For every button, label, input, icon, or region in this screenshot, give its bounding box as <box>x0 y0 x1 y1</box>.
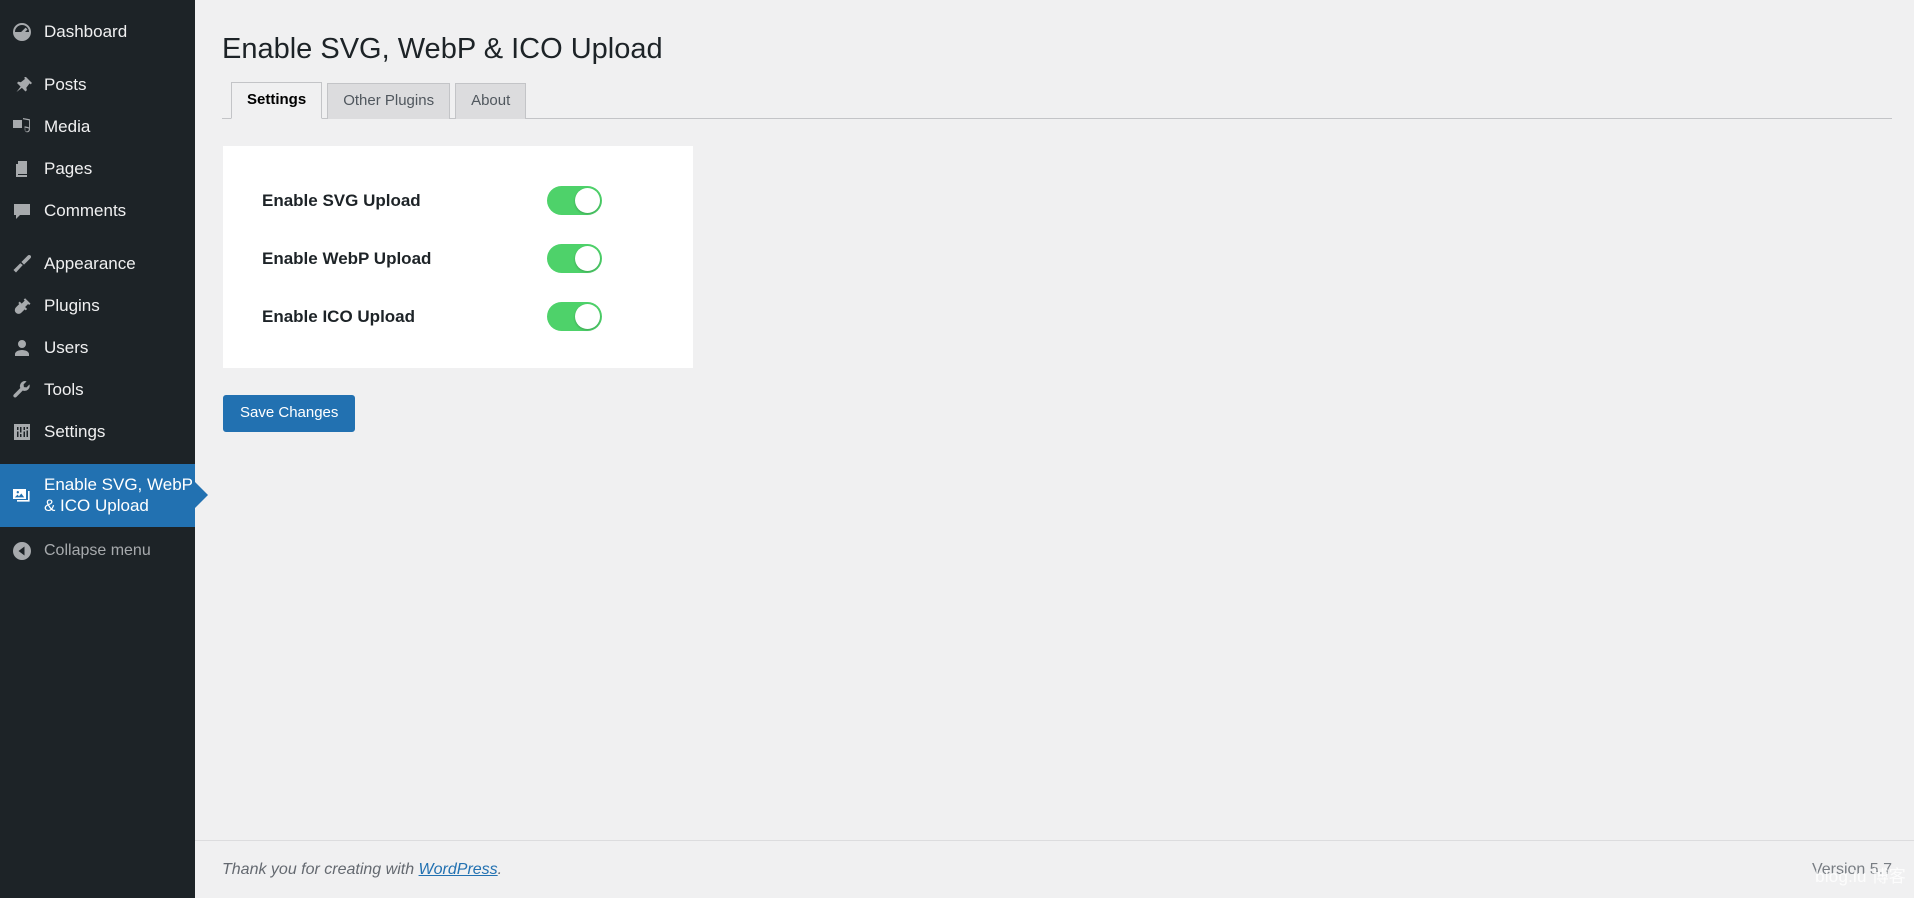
sliders-icon <box>11 421 33 443</box>
wordpress-link[interactable]: WordPress <box>419 861 498 878</box>
sidebar-item-settings[interactable]: Settings <box>0 411 195 453</box>
toggle-knob <box>575 304 600 330</box>
sidebar-group-separator <box>0 453 195 464</box>
sidebar-item-appearance[interactable]: Appearance <box>0 243 195 285</box>
toggle-enable-ico-upload[interactable] <box>547 302 602 332</box>
plug-icon <box>11 295 33 317</box>
sidebar-item-label: Users <box>44 338 89 358</box>
toggle-knob <box>575 188 600 214</box>
settings-card: Enable SVG Upload Enable WebP Upload Ena… <box>223 145 693 368</box>
sidebar-item-label: Settings <box>44 422 106 442</box>
toggle-enable-svg-upload[interactable] <box>547 186 602 216</box>
sidebar-item-dashboard[interactable]: Dashboard <box>0 11 195 53</box>
sidebar-item-media[interactable]: Media <box>0 106 195 148</box>
active-item-arrow <box>195 482 208 509</box>
sidebar-item-label: Pages <box>44 159 93 179</box>
sidebar-item-label: Tools <box>44 380 84 400</box>
sidebar-item-label: Dashboard <box>44 22 128 42</box>
sidebar-item-label: Comments <box>44 201 127 221</box>
sidebar-item-label: Plugins <box>44 296 100 316</box>
pin-icon <box>11 74 33 96</box>
toggle-knob <box>575 246 600 272</box>
setting-label: Enable SVG Upload <box>262 190 421 210</box>
page-title: Enable SVG, WebP & ICO Upload <box>222 33 663 65</box>
sidebar-item-plugins[interactable]: Plugins <box>0 285 195 327</box>
save-changes-button[interactable]: Save Changes <box>223 394 356 432</box>
wrench-icon <box>11 379 33 401</box>
sidebar-item-label: Media <box>44 117 91 137</box>
admin-screen: Dashboard Posts Media Pages Comments App… <box>0 0 1914 898</box>
sidebar-top-spacer <box>0 0 195 11</box>
tab-other-plugins[interactable]: Other Plugins <box>327 83 451 119</box>
media-icon <box>11 116 33 138</box>
chevron-left-circle-icon <box>11 540 33 562</box>
sidebar-group-separator <box>0 53 195 64</box>
sidebar-item-comments[interactable]: Comments <box>0 190 195 232</box>
sidebar-item-tools[interactable]: Tools <box>0 369 195 411</box>
main-content: Enable SVG, WebP & ICO Upload Settings O… <box>195 0 1914 898</box>
setting-row-webp: Enable WebP Upload <box>223 230 693 288</box>
sidebar-item-label: Appearance <box>44 254 136 274</box>
setting-row-svg: Enable SVG Upload <box>223 172 693 230</box>
sidebar-item-label: Enable SVG, WebP & ICO Upload <box>44 475 193 516</box>
setting-row-ico: Enable ICO Upload <box>223 288 693 346</box>
tab-about[interactable]: About <box>455 83 527 119</box>
comments-icon <box>11 200 33 222</box>
dashboard-icon <box>11 21 33 43</box>
admin-sidebar: Dashboard Posts Media Pages Comments App… <box>0 0 208 898</box>
sidebar-item-label: Posts <box>44 75 87 95</box>
footer-thanks: Thank you for creating with WordPress. <box>222 861 1812 879</box>
version-label: Version 5.7 <box>1811 860 1892 878</box>
collapse-menu-button[interactable]: Collapse menu <box>0 527 195 575</box>
tab-bar: Settings Other Plugins About <box>222 82 1892 119</box>
sidebar-item-pages[interactable]: Pages <box>0 148 195 190</box>
tab-settings[interactable]: Settings <box>231 82 323 119</box>
setting-label: Enable WebP Upload <box>262 248 432 268</box>
save-button-wrapper: Save Changes <box>223 394 1892 432</box>
pages-icon <box>11 158 33 180</box>
user-icon <box>11 337 33 359</box>
images-icon <box>11 484 33 506</box>
sidebar-item-posts[interactable]: Posts <box>0 64 195 106</box>
admin-footer: Thank you for creating with WordPress. V… <box>195 840 1914 898</box>
toggle-enable-webp-upload[interactable] <box>547 244 602 274</box>
collapse-menu-label: Collapse menu <box>44 541 151 559</box>
sidebar-group-separator <box>0 232 195 243</box>
setting-label: Enable ICO Upload <box>262 306 416 326</box>
sidebar-item-enable-svg-webp-ico-upload[interactable]: Enable SVG, WebP & ICO Upload <box>0 464 208 527</box>
footer-thanks-prefix: Thank you for creating with <box>222 860 419 878</box>
footer-thanks-suffix: . <box>497 860 503 878</box>
sidebar-item-users[interactable]: Users <box>0 327 195 369</box>
brush-icon <box>11 253 33 275</box>
